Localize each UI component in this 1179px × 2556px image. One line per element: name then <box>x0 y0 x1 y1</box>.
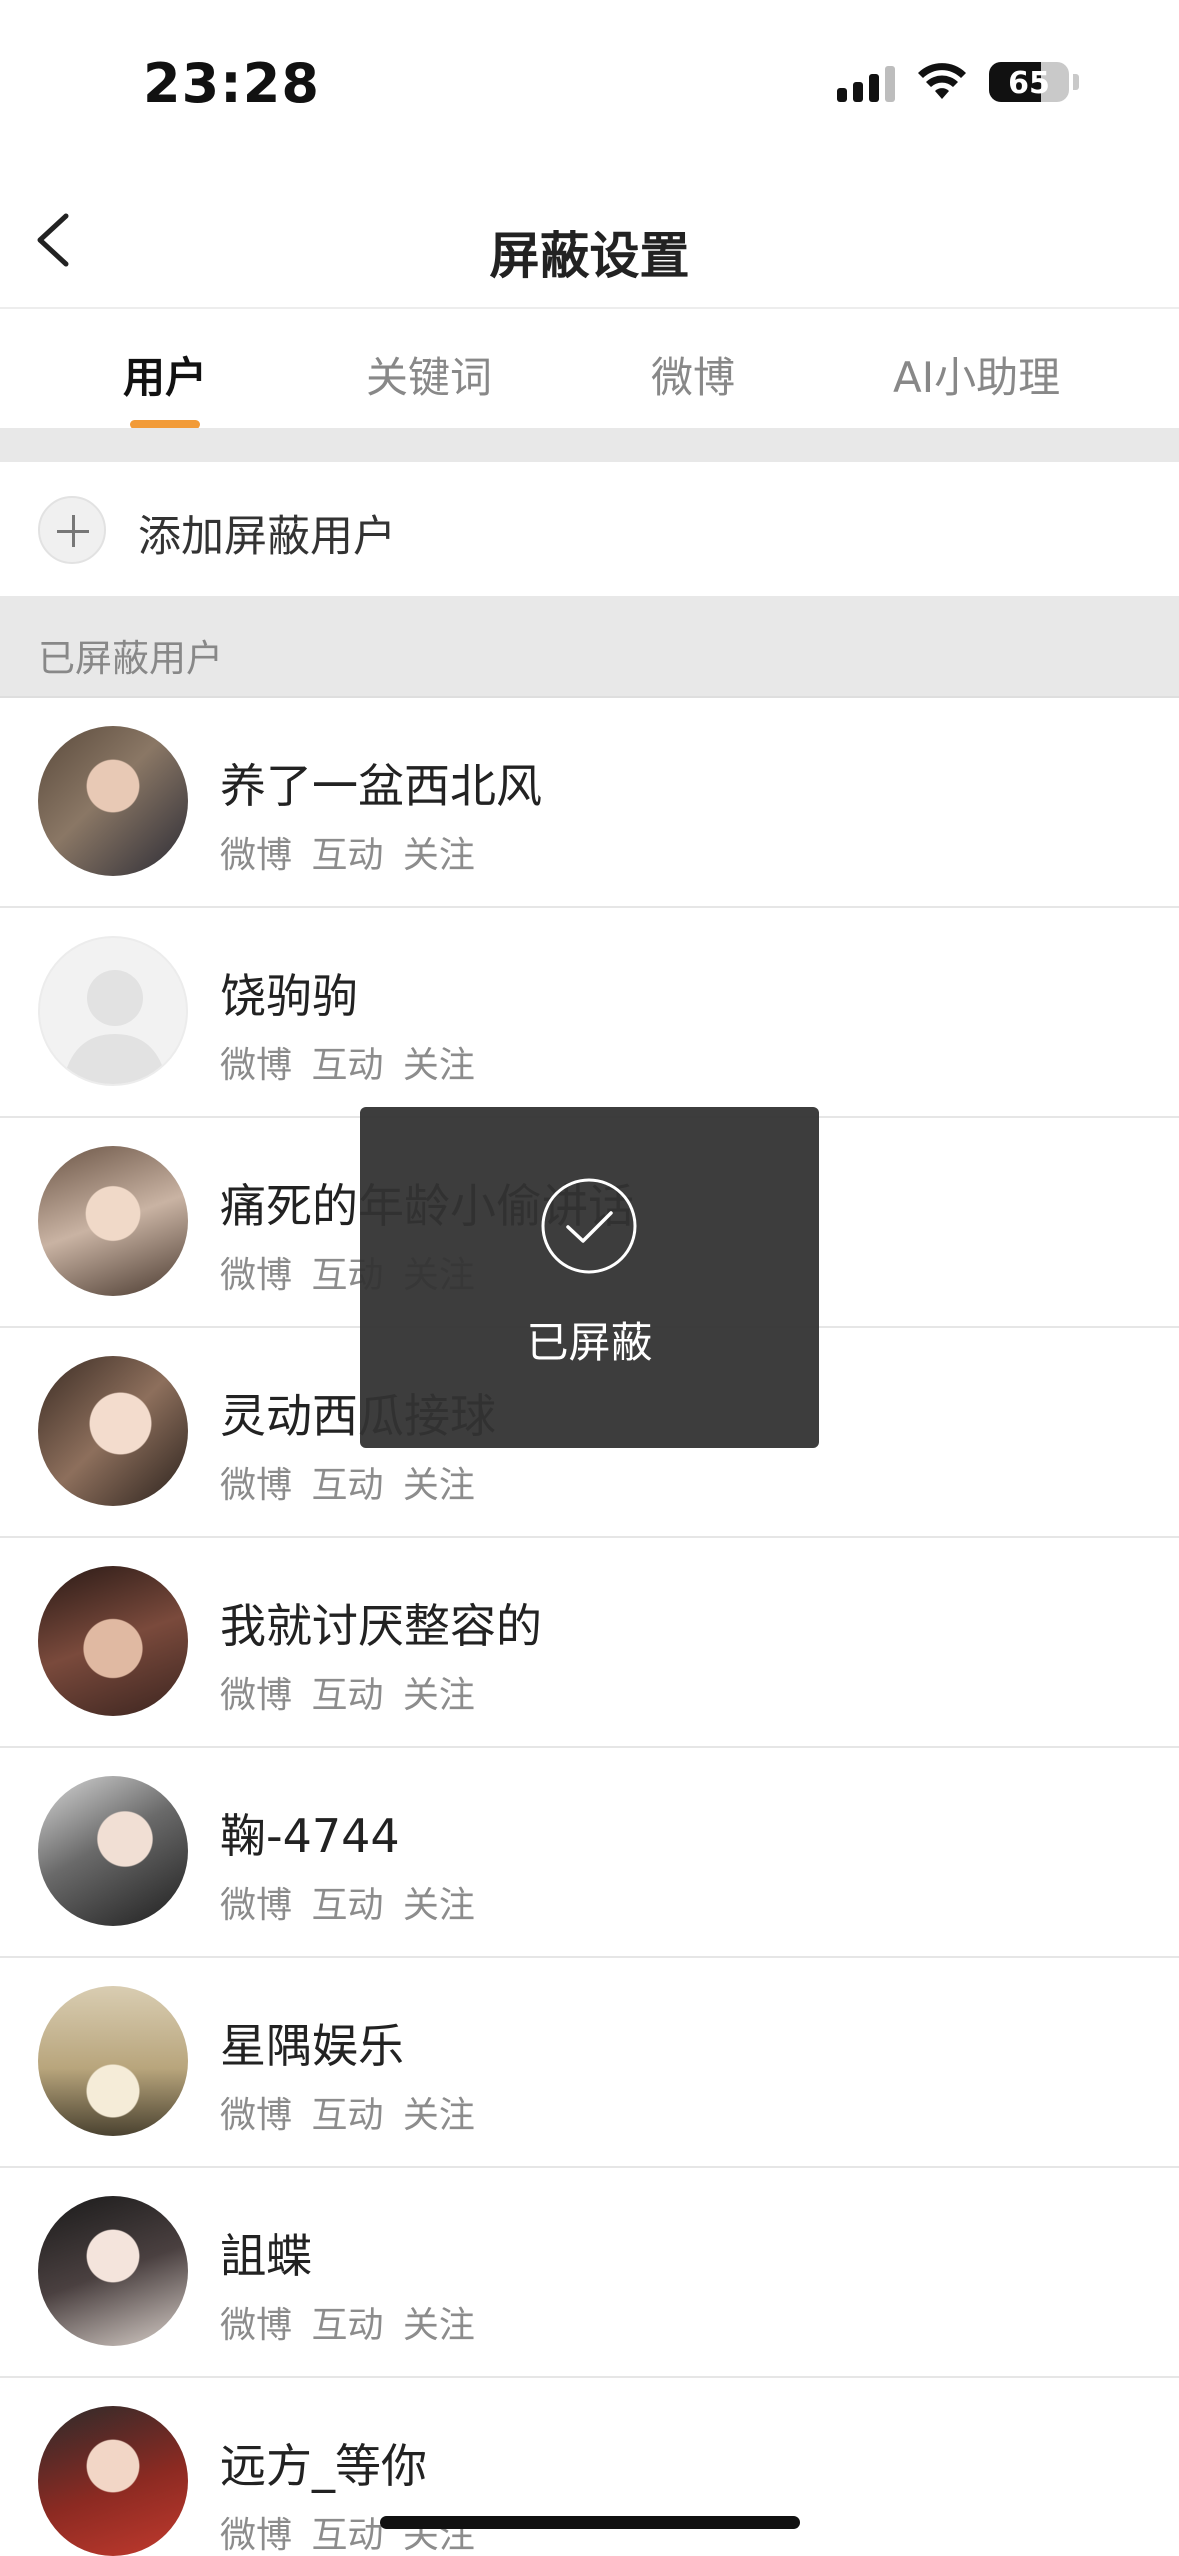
tab-bar: 用户 关键词 微博 AI小助理 <box>0 308 1179 429</box>
avatar <box>38 1776 188 1926</box>
plus-icon <box>38 496 106 564</box>
tab-keywords[interactable]: 关键词 <box>366 344 492 405</box>
toast-message: 已屏蔽 <box>526 1318 653 1367</box>
avatar <box>38 936 188 1086</box>
tab-weibo[interactable]: 微博 <box>651 344 735 405</box>
wifi-icon <box>917 63 967 101</box>
avatar <box>38 1986 188 2136</box>
user-name: 远方_等你 <box>220 2439 427 2493</box>
user-name: 星隅娱乐 <box>220 2019 404 2073</box>
list-item[interactable]: 饶驹驹 微博 互动 关注 <box>0 908 1179 1118</box>
list-item[interactable]: 养了一盆西北风 微博 互动 关注 <box>0 698 1179 908</box>
user-meta: 微博 互动 关注 <box>220 2305 475 2346</box>
list-item[interactable]: 詛蝶 微博 互动 关注 <box>0 2168 1179 2378</box>
user-meta: 微博 互动 关注 <box>220 835 475 876</box>
section-title: 已屏蔽用户 <box>38 637 223 680</box>
user-meta: 微博 互动 关注 <box>220 1045 475 1086</box>
list-item[interactable]: 远方_等你 微博 互动 关注 <box>0 2378 1179 2556</box>
home-indicator[interactable] <box>380 2516 800 2529</box>
add-blocked-user-button[interactable]: 添加屏蔽用户 <box>0 462 1179 596</box>
status-time: 23:28 <box>143 52 320 115</box>
section-header: 已屏蔽用户 <box>0 596 1179 698</box>
user-meta: 微博 互动 关注 <box>220 1885 475 1926</box>
avatar <box>38 726 188 876</box>
user-name: 詛蝶 <box>220 2229 312 2283</box>
status-bar: 23:28 65 <box>0 0 1179 170</box>
separator-band <box>0 428 1179 462</box>
list-item[interactable]: 我就讨厌整容的 微博 互动 关注 <box>0 1538 1179 1748</box>
user-name: 我就讨厌整容的 <box>220 1599 542 1653</box>
check-circle-icon <box>541 1178 637 1274</box>
user-meta: 微博 互动 关注 <box>220 2095 475 2136</box>
nav-bar: 屏蔽设置 <box>0 170 1179 308</box>
user-name: 鞠-4744 <box>220 1809 400 1863</box>
avatar <box>38 2196 188 2346</box>
default-avatar-icon <box>62 970 168 1084</box>
list-item[interactable]: 鞠-4744 微博 互动 关注 <box>0 1748 1179 1958</box>
user-meta: 微博 互动 关注 <box>220 1675 475 1716</box>
status-icons: 65 <box>837 62 1079 102</box>
avatar <box>38 1146 188 1296</box>
battery-tip <box>1073 74 1079 90</box>
battery-level: 65 <box>1008 66 1050 101</box>
battery-icon: 65 <box>989 62 1069 102</box>
add-blocked-user-label: 添加屏蔽用户 <box>138 512 396 562</box>
user-name: 饶驹驹 <box>220 969 358 1023</box>
page-title: 屏蔽设置 <box>489 227 690 285</box>
avatar <box>38 1566 188 1716</box>
avatar <box>38 2406 188 2556</box>
tab-ai-assistant[interactable]: AI小助理 <box>893 344 1060 405</box>
avatar <box>38 1356 188 1506</box>
user-meta: 微博 互动 关注 <box>220 2515 475 2556</box>
list-item[interactable]: 星隅娱乐 微博 互动 关注 <box>0 1958 1179 2168</box>
tab-users[interactable]: 用户 <box>123 344 207 405</box>
user-name: 养了一盆西北风 <box>220 759 542 813</box>
screen: 23:28 65 屏蔽设置 用户 关键词 微博 AI小助理 添加屏蔽用户 已屏蔽… <box>0 0 1179 2556</box>
blocked-user-list: 养了一盆西北风 微博 互动 关注 饶驹驹 微博 互动 关注 痛死的年龄小偷讲话 … <box>0 698 1179 2556</box>
toast: 已屏蔽 <box>360 1107 819 1448</box>
user-meta: 微博 互动 关注 <box>220 1465 475 1506</box>
signal-icon <box>837 62 895 102</box>
